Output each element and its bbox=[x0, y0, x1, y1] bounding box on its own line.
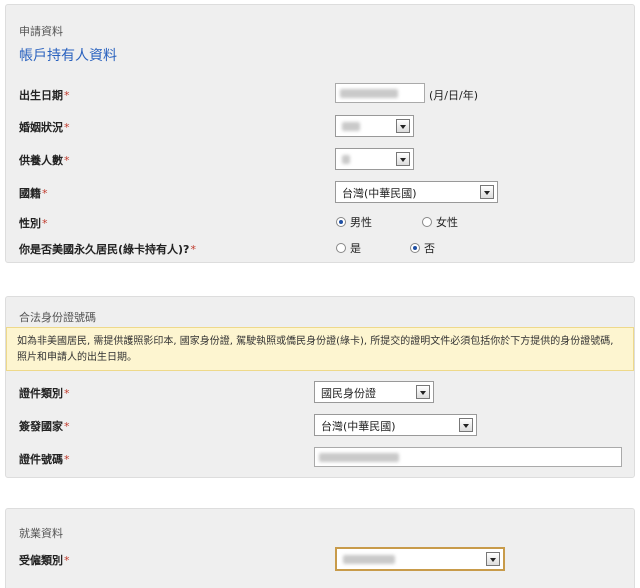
chevron-down-icon bbox=[396, 119, 410, 133]
employment-panel: 就業資料 受僱類別* bbox=[5, 508, 635, 588]
dependents-select[interactable] bbox=[335, 148, 414, 170]
gender-radio-female[interactable]: 女性 bbox=[422, 214, 458, 230]
dob-input[interactable] bbox=[335, 83, 425, 103]
chevron-down-icon bbox=[416, 385, 430, 399]
issuing-country-label: 簽發國家* bbox=[19, 420, 70, 433]
radio-checked-icon bbox=[410, 243, 420, 253]
permanent-resident-radio-yes[interactable]: 是 bbox=[336, 240, 361, 256]
marital-status-value bbox=[342, 119, 360, 134]
section-title: 就業資料 bbox=[19, 527, 63, 540]
doc-type-value: 國民身份證 bbox=[321, 387, 376, 400]
employment-type-value bbox=[343, 552, 395, 567]
chevron-down-icon bbox=[459, 418, 473, 432]
chevron-down-icon bbox=[486, 552, 500, 566]
nationality-label: 國籍* bbox=[19, 187, 48, 200]
permanent-resident-radio-no[interactable]: 否 bbox=[410, 240, 435, 256]
applicant-info-panel: 申請資料 帳戶持有人資料 出生日期* (月/日/年) 婚姻狀況* 供養人數* 國… bbox=[5, 4, 635, 263]
permanent-resident-label: 你是否美國永久居民(綠卡持有人)?* bbox=[19, 243, 196, 256]
marital-status-label: 婚姻狀況* bbox=[19, 121, 70, 134]
issuing-country-value: 台灣(中華民國) bbox=[321, 420, 396, 433]
doc-number-input[interactable] bbox=[314, 447, 622, 467]
employment-type-select[interactable] bbox=[335, 547, 505, 571]
section-title: 申請資料 bbox=[19, 25, 63, 38]
doc-number-label: 證件號碼* bbox=[19, 453, 70, 466]
gender-label: 性別* bbox=[19, 217, 48, 230]
dependents-value bbox=[342, 152, 350, 167]
legal-id-panel: 合法身份證號碼 如為非美國居民, 需提供護照影印本, 國家身份證, 駕駛執照或僑… bbox=[5, 296, 635, 478]
gender-radio-male[interactable]: 男性 bbox=[336, 214, 372, 230]
radio-checked-icon bbox=[336, 217, 346, 227]
id-notice: 如為非美國居民, 需提供護照影印本, 國家身份證, 駕駛執照或僑民身份證(綠卡)… bbox=[6, 327, 634, 371]
dob-label: 出生日期* bbox=[19, 89, 70, 102]
marital-status-select[interactable] bbox=[335, 115, 414, 137]
nationality-select[interactable]: 台灣(中華民國) bbox=[335, 181, 498, 203]
employment-type-label: 受僱類別* bbox=[19, 554, 70, 567]
issuing-country-select[interactable]: 台灣(中華民國) bbox=[314, 414, 477, 436]
radio-unchecked-icon bbox=[336, 243, 346, 253]
account-holder-subtitle: 帳戶持有人資料 bbox=[19, 48, 117, 64]
dob-format-hint: (月/日/年) bbox=[429, 89, 478, 102]
chevron-down-icon bbox=[396, 152, 410, 166]
section-title: 合法身份證號碼 bbox=[19, 311, 96, 324]
nationality-value: 台灣(中華民國) bbox=[342, 187, 417, 200]
dependents-label: 供養人數* bbox=[19, 154, 70, 167]
doc-type-select[interactable]: 國民身份證 bbox=[314, 381, 434, 403]
chevron-down-icon bbox=[480, 185, 494, 199]
doc-type-label: 證件類別* bbox=[19, 387, 70, 400]
radio-unchecked-icon bbox=[422, 217, 432, 227]
